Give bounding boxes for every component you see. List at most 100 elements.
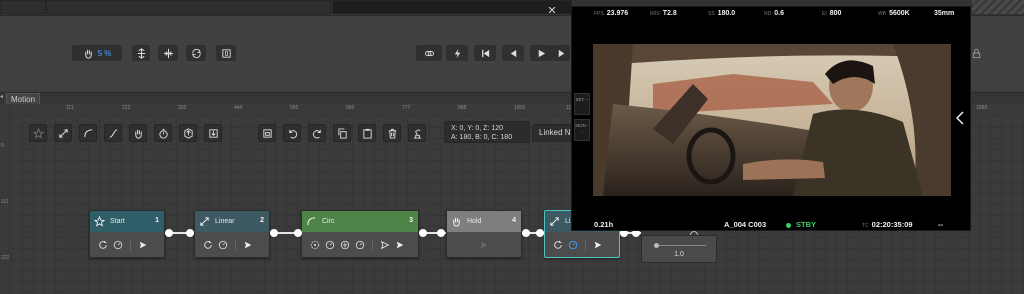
add-circ-node-button[interactable]: [79, 124, 97, 142]
group-button[interactable]: [258, 124, 276, 142]
camera-status-bar: FPS 23.976 IRIS T2.8 SS 180.0 ND 0.6 EI 800 W…: [572, 7, 970, 21]
value-slider-track[interactable]: [654, 245, 706, 246]
curve-icon: [83, 128, 92, 137]
redo-icon: [312, 129, 321, 138]
export-icon: [183, 127, 193, 139]
target-icon[interactable]: [340, 240, 350, 250]
send-icon[interactable]: [395, 240, 405, 250]
import-icon: [208, 128, 218, 138]
fit-vertical-button[interactable]: [132, 45, 150, 61]
connector-port[interactable]: [186, 229, 194, 237]
zoom-value: 5 %: [97, 48, 112, 58]
tab-motion[interactable]: Motion: [6, 93, 41, 104]
node-label: Linear: [215, 218, 235, 225]
connector-port[interactable]: [294, 229, 302, 237]
coordinates-readout: X: 0, Y: 0, Z: 120 A: 180, B: 0, C: 180: [444, 121, 530, 143]
hand-icon: [451, 216, 462, 227]
flash-button[interactable]: [446, 45, 468, 61]
export-node-button[interactable]: [179, 124, 197, 142]
zoom-control[interactable]: 5 %: [72, 45, 122, 61]
undo-icon: [288, 129, 297, 138]
iris-label: IRIS: [650, 11, 660, 17]
speed-gauge-active-icon[interactable]: [568, 240, 578, 250]
skip-start-icon: [481, 49, 489, 57]
add-hold-node-button[interactable]: [129, 124, 147, 142]
linked-node-button[interactable]: Linked No: [532, 124, 574, 142]
refresh-icon[interactable]: [98, 240, 108, 250]
send-icon[interactable]: [479, 240, 489, 250]
add-start-node-button[interactable]: [29, 124, 47, 142]
ruler-tick: 444: [234, 105, 243, 111]
node-linear[interactable]: Linear 2: [194, 210, 270, 258]
node-body: [195, 232, 269, 257]
rotate-dashed-icon[interactable]: [310, 240, 320, 250]
ruler-tick: 111: [1, 199, 9, 205]
status-dot: [786, 222, 791, 228]
ruler-tick: 666: [346, 105, 355, 111]
send-icon[interactable]: [243, 240, 253, 250]
speed-gauge-icon[interactable]: [355, 240, 365, 250]
node-hold[interactable]: Hold 4: [446, 210, 522, 258]
redo-button[interactable]: [308, 124, 326, 142]
send-icon[interactable]: [593, 240, 603, 250]
value-node[interactable]: 1.0: [641, 235, 717, 263]
lens-value: 35mm: [934, 10, 955, 17]
linear-icon: [199, 216, 210, 227]
connector-port[interactable]: [522, 229, 530, 237]
panel-menu-icon[interactable]: ◂: [0, 93, 3, 100]
connector-port[interactable]: [270, 229, 278, 237]
cycle-view-button[interactable]: [186, 45, 206, 61]
node-label: Li: [565, 218, 571, 225]
paste-button[interactable]: [358, 124, 376, 142]
fps-label: FPS: [594, 11, 604, 17]
send-icon[interactable]: [138, 240, 148, 250]
connector-port[interactable]: [419, 229, 427, 237]
node-circ[interactable]: Circ 3: [301, 210, 419, 258]
connector-port[interactable]: [536, 229, 544, 237]
refresh-icon[interactable]: [553, 240, 563, 250]
refresh-icon[interactable]: [203, 240, 213, 250]
play-button[interactable]: [530, 45, 552, 61]
add-timer-node-button[interactable]: [154, 124, 172, 142]
camera-feed-image: [593, 44, 951, 196]
speed-gauge-icon[interactable]: [325, 240, 335, 250]
robot-button[interactable]: [408, 124, 426, 142]
camera-monitor-window[interactable]: FPS 23.976 IRIS T2.8 SS 180.0 ND 0.6 EI 800 W…: [571, 6, 971, 231]
frame-view-button[interactable]: [216, 45, 236, 61]
fit-horizontal-icon: [163, 48, 173, 58]
copy-icon: [337, 127, 347, 139]
extra-status: --: [938, 220, 943, 229]
chevron-left-icon[interactable]: [955, 111, 964, 130]
connector-port[interactable]: [437, 229, 445, 237]
step-forward-button[interactable]: [552, 45, 570, 61]
value-slider-handle[interactable]: [654, 243, 659, 248]
shutter-value: 180.0: [717, 10, 736, 17]
ruler-tick: 0: [1, 143, 4, 149]
import-node-button[interactable]: [204, 124, 222, 142]
ruler-tick: 555: [290, 105, 299, 111]
add-linear-node-button[interactable]: [54, 124, 72, 142]
send-outline-icon[interactable]: [380, 240, 390, 250]
iris-value: T2.8: [662, 10, 677, 17]
top-panel-left: [0, 0, 46, 14]
step-back-button[interactable]: [502, 45, 524, 61]
monitor-button[interactable]: MON --: [574, 119, 590, 141]
coords-line1: X: 0, Y: 0, Z: 120: [451, 125, 504, 132]
delete-button[interactable]: [383, 124, 401, 142]
node-start[interactable]: Start 1: [89, 210, 165, 258]
lock-icon: [972, 48, 980, 58]
clip-name: A_004 C003: [724, 220, 767, 229]
undo-button[interactable]: [283, 124, 301, 142]
group-icon: [262, 128, 272, 138]
copy-button[interactable]: [333, 124, 351, 142]
link-button[interactable]: [416, 45, 442, 61]
speed-gauge-icon[interactable]: [218, 240, 228, 250]
ruler-tick: 222: [122, 105, 131, 111]
set-button[interactable]: SET --: [574, 93, 590, 115]
connector-port[interactable]: [165, 229, 173, 237]
skip-to-start-button[interactable]: [474, 45, 496, 61]
fit-horizontal-button[interactable]: [158, 45, 178, 61]
add-ease-node-button[interactable]: [104, 124, 122, 142]
speed-gauge-icon[interactable]: [113, 240, 123, 250]
node-header: Circ 3: [302, 211, 418, 232]
